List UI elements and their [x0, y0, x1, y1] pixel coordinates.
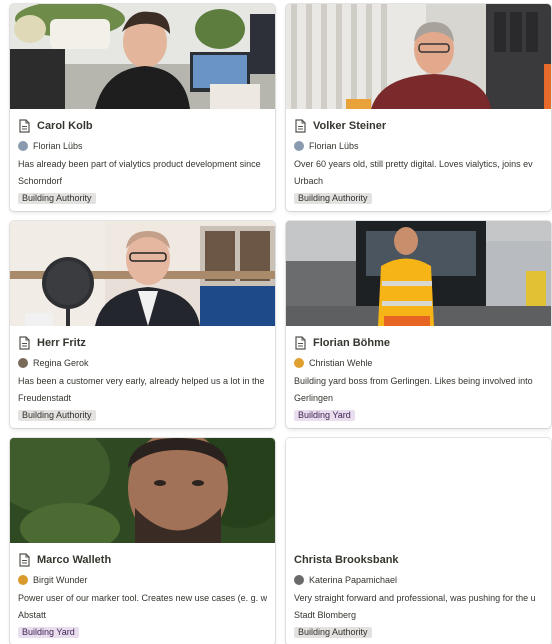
- category-tag: Building Yard: [294, 410, 355, 421]
- city-property: Freudenstadt: [18, 393, 72, 403]
- page-icon: [19, 336, 30, 350]
- gallery-card[interactable]: Marco Walleth Birgit Wunder Power user o…: [10, 438, 275, 644]
- person-property[interactable]: Birgit Wunder: [18, 573, 267, 587]
- city-property: Stadt Blomberg: [294, 610, 357, 620]
- avatar: [18, 575, 28, 585]
- page-icon: [19, 119, 30, 133]
- avatar: [18, 141, 28, 151]
- page-icon: [19, 553, 30, 567]
- description-property: Has been a customer very early, already …: [18, 376, 265, 386]
- description-property: Over 60 years old, still pretty digital.…: [294, 159, 533, 169]
- description-property: Has already been part of vialytics produ…: [18, 159, 261, 169]
- gallery-card[interactable]: Herr Fritz Regina Gerok Has been a custo…: [10, 221, 275, 428]
- card-title[interactable]: Volker Steiner: [313, 120, 386, 132]
- person-property[interactable]: Katerina Papamichael: [294, 573, 543, 587]
- card-cover-photo: [10, 221, 275, 326]
- city-property: Schorndorf: [18, 176, 63, 186]
- category-tag: Building Yard: [18, 627, 79, 638]
- card-cover-photo: [286, 4, 551, 109]
- description-property: Power user of our marker tool. Creates n…: [18, 593, 267, 603]
- card-title[interactable]: Carol Kolb: [37, 120, 93, 132]
- category-tag: Building Authority: [294, 193, 372, 204]
- gallery-card[interactable]: Florian Böhme Christian Wehle Building y…: [286, 221, 551, 428]
- card-cover-photo: [10, 438, 275, 543]
- person-property[interactable]: Florian Lübs: [18, 139, 267, 153]
- avatar: [294, 575, 304, 585]
- category-tag: Building Authority: [18, 193, 96, 204]
- person-name: Christian Wehle: [309, 358, 373, 368]
- person-property[interactable]: Florian Lübs: [294, 139, 543, 153]
- person-name: Katerina Papamichael: [309, 575, 398, 585]
- person-name: Florian Lübs: [33, 141, 83, 151]
- card-title[interactable]: Marco Walleth: [37, 554, 111, 566]
- person-name: Regina Gerok: [33, 358, 89, 368]
- category-tag: Building Authority: [18, 410, 96, 421]
- description-property: Very straight forward and professional, …: [294, 593, 536, 603]
- person-property[interactable]: Christian Wehle: [294, 356, 543, 370]
- gallery-card[interactable]: Volker Steiner Florian Lübs Over 60 year…: [286, 4, 551, 211]
- page-icon: [295, 336, 306, 350]
- card-title[interactable]: Christa Brooksbank: [294, 554, 399, 566]
- city-property: Abstatt: [18, 610, 47, 620]
- city-property: Urbach: [294, 176, 324, 186]
- card-title[interactable]: Herr Fritz: [37, 337, 86, 349]
- city-property: Gerlingen: [294, 393, 334, 403]
- avatar: [294, 358, 304, 368]
- gallery-card[interactable]: Christa Brooksbank Katerina Papamichael …: [286, 438, 551, 644]
- card-cover-empty: [286, 438, 551, 543]
- gallery-card[interactable]: Carol Kolb Florian Lübs Has already been…: [10, 4, 275, 211]
- card-cover-photo: [286, 221, 551, 326]
- person-name: Florian Lübs: [309, 141, 359, 151]
- person-name: Birgit Wunder: [33, 575, 88, 585]
- card-title[interactable]: Florian Böhme: [313, 337, 390, 349]
- description-property: Building yard boss from Gerlingen. Likes…: [294, 376, 533, 386]
- person-property[interactable]: Regina Gerok: [18, 356, 267, 370]
- category-tag: Building Authority: [294, 627, 372, 638]
- card-cover-photo: [10, 4, 275, 109]
- avatar: [294, 141, 304, 151]
- page-icon: [295, 119, 306, 133]
- avatar: [18, 358, 28, 368]
